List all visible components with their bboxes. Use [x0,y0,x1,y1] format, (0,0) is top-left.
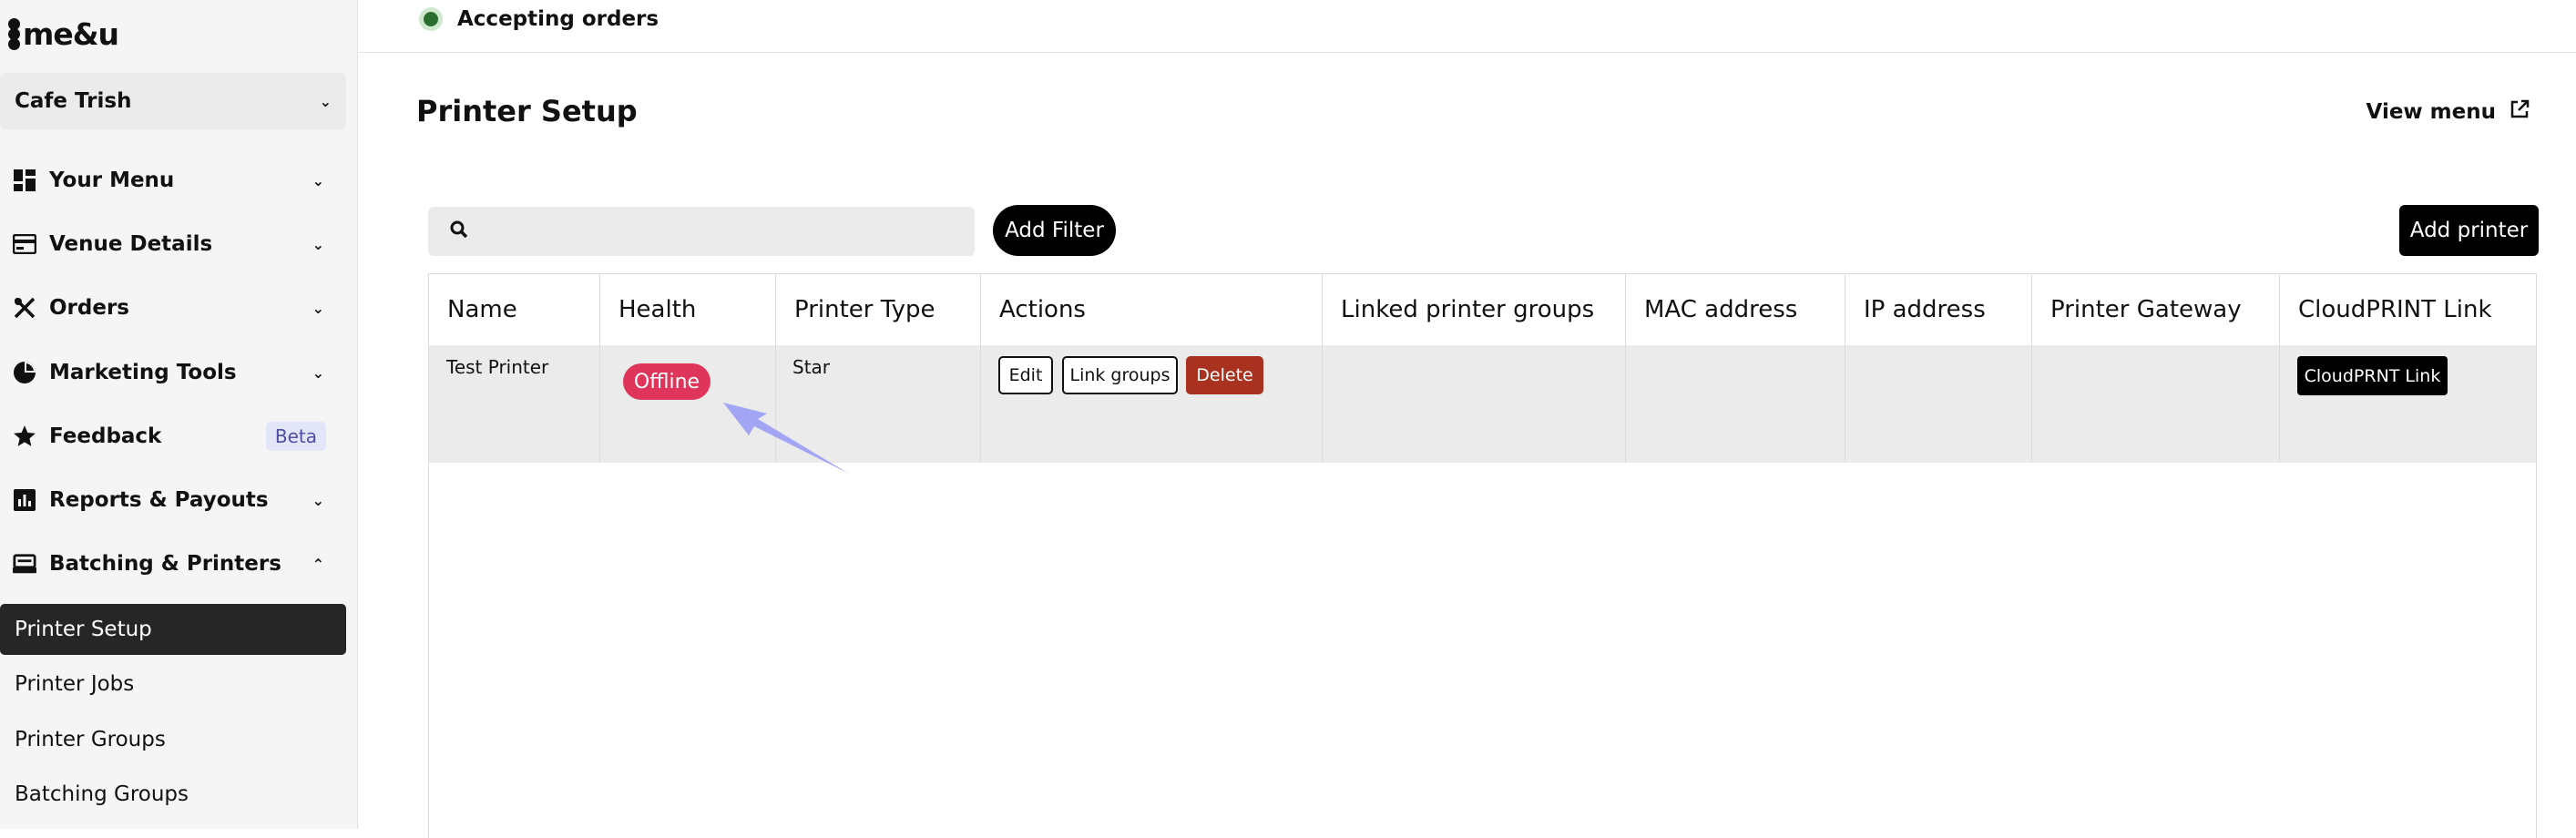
logo-dots-icon [8,15,21,52]
view-menu-link[interactable]: View menu [2366,98,2530,126]
sidebar-item-label: Feedback [49,424,162,448]
status-indicator-icon [419,7,443,31]
column-ip: IP address [1845,274,2032,463]
sidebar-subitem-printer-groups[interactable]: Printer Groups [0,714,346,765]
sidebar-item-marketing-tools[interactable]: Marketing Tools ⌄ [0,350,346,395]
bar-chart-icon [13,488,36,512]
cloudprint-link-button[interactable]: CloudPRNT Link [2297,356,2448,395]
column-gateway: Printer Gateway [2032,274,2280,463]
chevron-down-icon: ⌄ [312,299,324,317]
pie-chart-icon [13,361,36,384]
search-input[interactable] [483,219,960,244]
column-header[interactable]: Name [429,274,599,345]
sidebar-item-label: Marketing Tools [49,361,237,384]
page-title: Printer Setup [416,94,638,128]
sidebar-item-your-menu[interactable]: Your Menu ⌄ [0,158,346,203]
sidebar-item-batching-printers[interactable]: Batching & Printers ⌃ [0,541,346,587]
column-mac: MAC address [1626,274,1845,463]
search-box[interactable] [428,207,975,256]
printer-name[interactable]: Test Printer [446,356,548,378]
sidebar-subitem-printer-setup[interactable]: Printer Setup [0,604,346,655]
sidebar-item-label: Your Menu [49,169,175,192]
top-bar: Accepting orders [359,0,2576,53]
column-header[interactable]: Linked printer groups [1323,274,1625,345]
column-header[interactable]: Actions [981,274,1322,345]
sidebar-item-label: Orders [49,296,129,320]
sidebar-item-reports-payouts[interactable]: Reports & Payouts ⌄ [0,477,346,523]
utensils-icon [13,296,36,320]
printer-icon [13,552,36,576]
sidebar-subitem-batching-groups[interactable]: Batching Groups [0,769,346,820]
chevron-down-icon: ⌄ [312,235,324,253]
card-icon [13,232,36,256]
sidebar-item-label: Venue Details [49,232,213,256]
star-icon [13,424,36,448]
add-filter-button[interactable]: Add Filter [993,205,1116,256]
column-header[interactable]: Printer Type [776,274,980,345]
link-groups-button[interactable]: Link groups [1062,356,1178,394]
edit-button[interactable]: Edit [998,356,1053,394]
sidebar-item-orders[interactable]: Orders ⌄ [0,285,346,331]
order-status-text[interactable]: Accepting orders [457,7,659,31]
sidebar-subitem-printer-jobs[interactable]: Printer Jobs [0,659,346,710]
column-header[interactable]: Printer Gateway [2032,274,2279,345]
view-menu-label: View menu [2366,100,2496,124]
grid-icon [13,169,36,192]
printers-table: Name Health Printer Type Actions Linked … [428,273,2537,838]
printer-type: Star [792,356,831,378]
delete-button[interactable]: Delete [1186,356,1263,394]
sidebar-item-feedback[interactable]: Feedback Beta [0,414,346,459]
sidebar-item-label: Reports & Payouts [49,488,269,512]
beta-badge: Beta [265,422,326,451]
sidebar-item-label: Batching & Printers [49,552,281,576]
column-linked-groups: Linked printer groups [1323,274,1626,463]
column-header[interactable]: CloudPRINT Link [2280,274,2536,345]
health-status-badge: Offline [623,363,710,400]
chevron-down-icon: ⌄ [312,171,324,189]
brand-logo[interactable]: me&u [8,15,119,52]
column-header[interactable]: Health [600,274,775,345]
sidebar: me&u Cafe Trish ⌄ Your Menu ⌄ Venue Deta… [0,0,358,829]
venue-name: Cafe Trish [15,89,132,113]
add-printer-button[interactable]: Add printer [2399,205,2539,256]
annotation-arrow-icon [714,395,851,481]
sidebar-item-venue-details[interactable]: Venue Details ⌄ [0,221,346,267]
search-icon [450,220,468,242]
venue-selector[interactable]: Cafe Trish ⌄ [0,73,346,129]
logo-text: me&u [23,15,119,52]
chevron-down-icon: ⌄ [319,92,332,110]
chevron-up-icon: ⌃ [312,555,324,573]
chevron-down-icon: ⌄ [312,491,324,509]
chevron-down-icon: ⌄ [312,363,324,382]
column-header[interactable]: MAC address [1626,274,1845,345]
column-header[interactable]: IP address [1845,274,2031,345]
external-link-icon [2509,98,2530,126]
